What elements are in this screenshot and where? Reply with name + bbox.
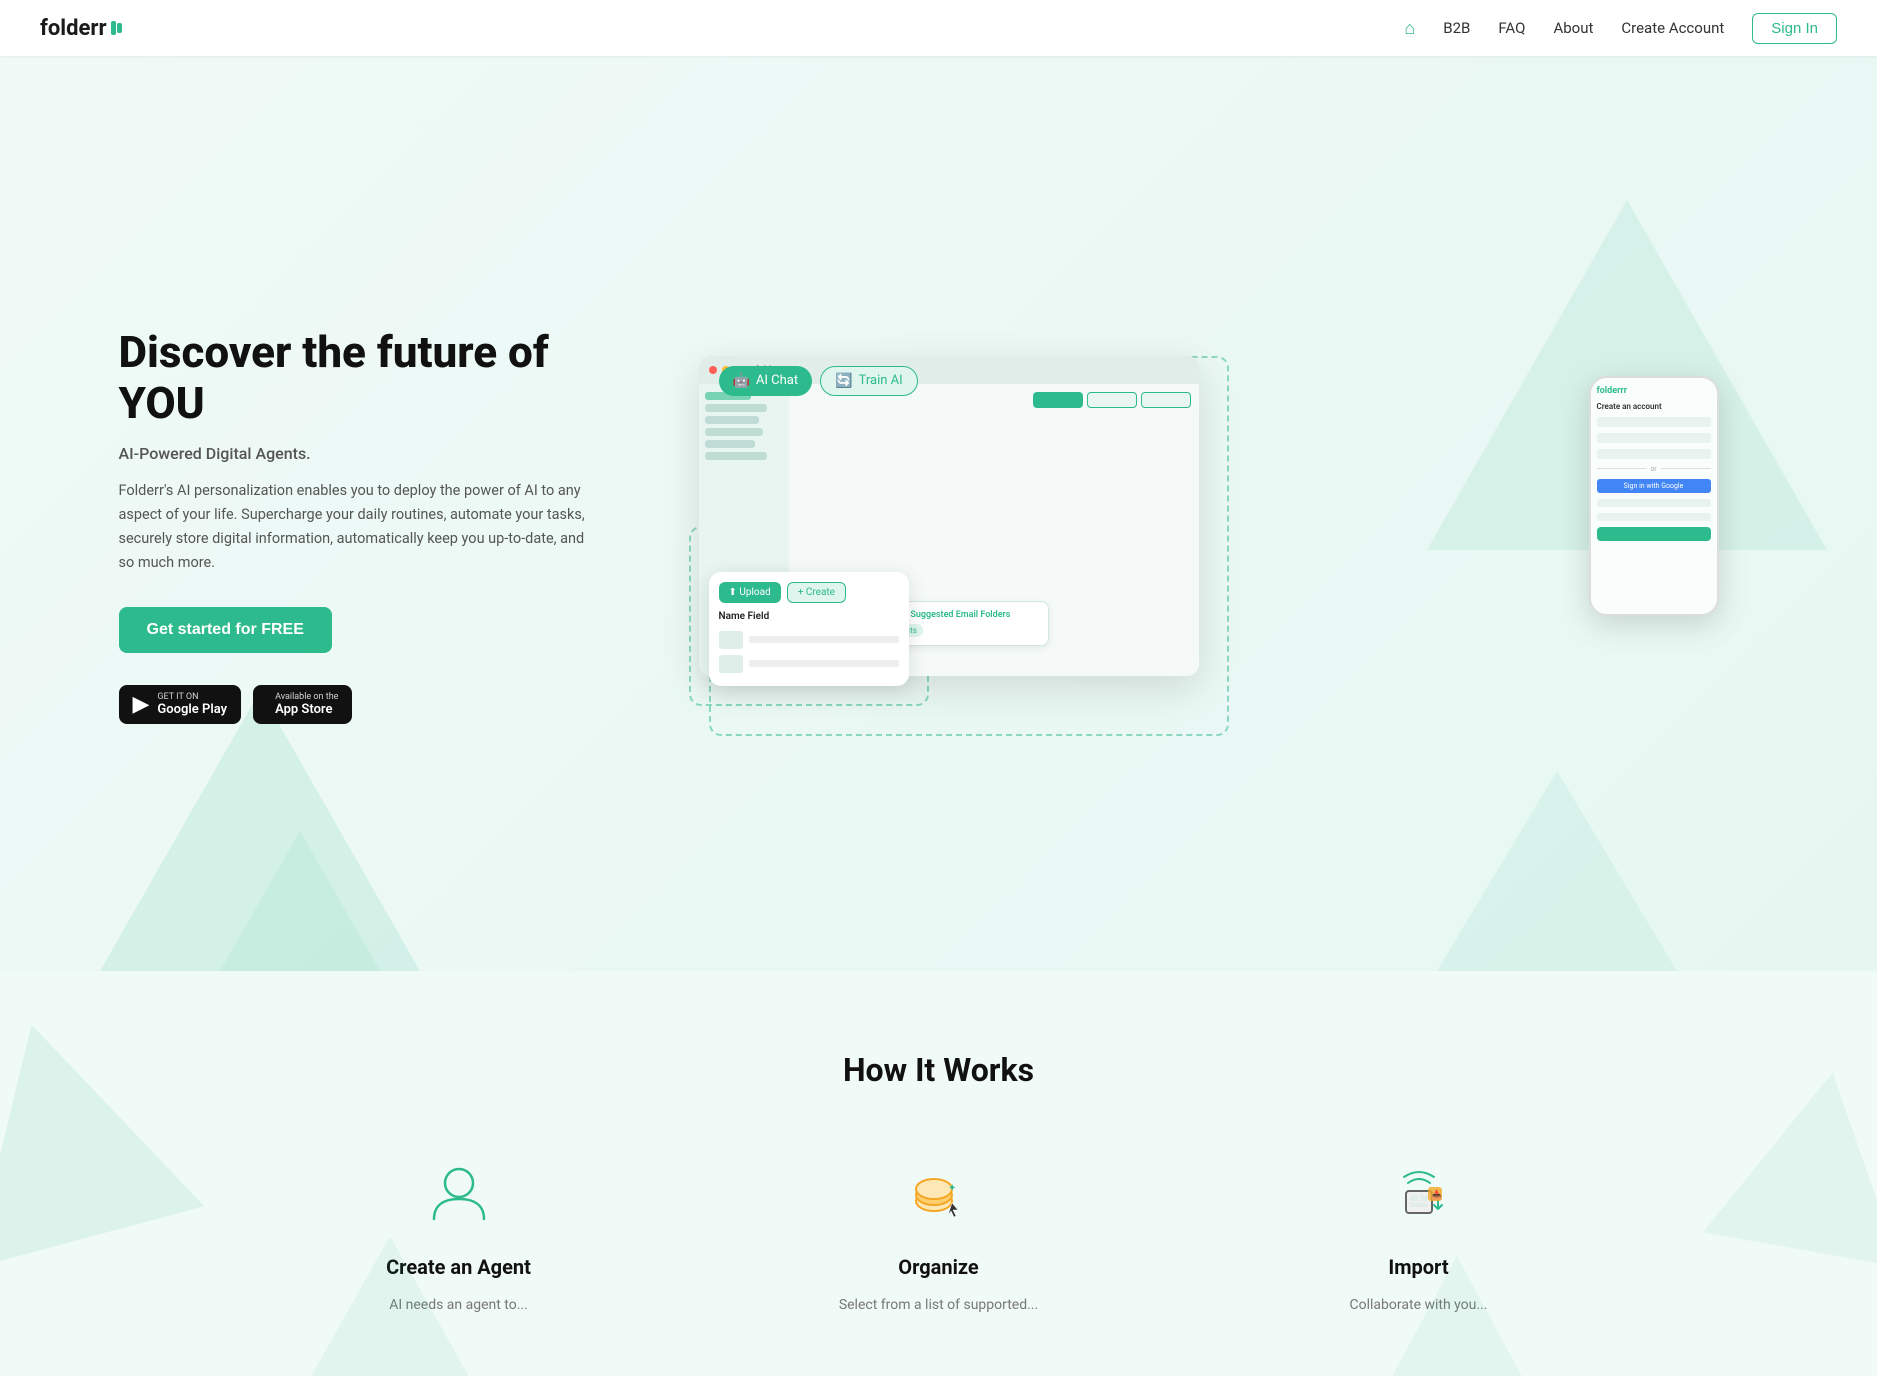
organize-title: Organize (898, 1255, 978, 1279)
hero-left: Discover the future of YOU AI-Powered Di… (119, 327, 599, 724)
hero-visual: 🤖 AI Chat 🔄 Train AI (659, 306, 1759, 746)
phone-field-4 (1597, 499, 1711, 507)
fcard-item-2 (719, 652, 899, 676)
sidebar-mock-6 (705, 452, 767, 460)
nav-b2b[interactable]: B2B (1443, 19, 1470, 37)
phone-field-2 (1597, 433, 1711, 443)
train-ai-label: Train AI (859, 373, 903, 388)
app-store-text: Available on the App Store (275, 692, 338, 717)
phone-field-3 (1597, 449, 1711, 459)
ai-chat-tab[interactable]: 🤖 AI Chat (719, 366, 813, 396)
decor-tri-2 (220, 831, 380, 971)
phone-social-row: or (1597, 465, 1711, 473)
ai-chat-icon: 🤖 (733, 373, 750, 389)
hero-section: Discover the future of YOU AI-Powered Di… (0, 0, 1877, 971)
import-icon-wrap: 📥 (1374, 1149, 1464, 1239)
train-ai-tab[interactable]: 🔄 Train AI (820, 366, 918, 396)
win-close-dot (709, 366, 717, 374)
fcard-line-1 (749, 636, 899, 643)
ai-chat-label: AI Chat (756, 373, 798, 388)
how-card-organize: ✦ Organize Select from a list of support… (719, 1149, 1159, 1316)
sidebar-mock-3 (705, 416, 760, 424)
sidebar-mock-2 (705, 404, 767, 412)
fcard-thumb-1 (719, 631, 743, 649)
hero-content: Discover the future of YOU AI-Powered Di… (39, 306, 1839, 746)
svg-text:✦: ✦ (948, 1183, 956, 1194)
organize-desc: Select from a list of supported... (839, 1295, 1038, 1316)
store-badges: ▶ GET IT ON Google Play Available on the… (119, 685, 599, 724)
upload-btn[interactable]: ⬆ Upload (719, 582, 781, 603)
app-store-badge[interactable]: Available on the App Store (253, 685, 352, 724)
sidebar-mock-4 (705, 428, 764, 436)
app-store-small: Available on the (275, 692, 338, 702)
google-play-badge[interactable]: ▶ GET IT ON Google Play (119, 685, 242, 724)
phone-field-1 (1597, 417, 1711, 427)
fcard-thumb-2 (719, 655, 743, 673)
phone-screen: folderrr Create an account or Sign in wi… (1591, 378, 1717, 614)
hero-subtitle: AI-Powered Digital Agents. (119, 444, 599, 463)
phone-google-btn: Sign in with Google (1597, 479, 1711, 493)
how-tri-1 (0, 994, 204, 1269)
svg-text:📥: 📥 (1431, 1189, 1442, 1201)
phone-mockup: folderrr Create an account or Sign in wi… (1589, 376, 1719, 616)
action-btn-2 (1087, 392, 1137, 408)
how-section: How It Works Create an Agent AI needs an… (0, 971, 1877, 1376)
create-agent-icon-wrap (414, 1149, 504, 1239)
google-play-text: GET IT ON Google Play (157, 692, 227, 717)
app-store-name: App Store (275, 702, 338, 717)
sidebar-mock-5 (705, 440, 756, 448)
hero-tabs: 🤖 AI Chat 🔄 Train AI (719, 366, 918, 396)
logo-text: folderr (40, 16, 107, 41)
nav-links: ⌂ B2B FAQ About Create Account Sign In (1404, 13, 1837, 44)
hero-title: Discover the future of YOU (119, 327, 599, 428)
google-play-icon: ▶ (133, 692, 150, 717)
logo-icon (111, 21, 122, 35)
phone-heading: Create an account (1597, 402, 1711, 411)
get-started-button[interactable]: Get started for FREE (119, 607, 332, 653)
google-play-small: GET IT ON (157, 692, 227, 702)
navbar: folderr ⌂ B2B FAQ About Create Account S… (0, 0, 1877, 56)
phone-logo: folderrr (1597, 386, 1711, 396)
floating-upload-card: ⬆ Upload + Create Name Field (709, 572, 909, 686)
import-icon: 📥 (1384, 1159, 1454, 1229)
brand-logo[interactable]: folderr (40, 16, 122, 41)
decor-tri-4 (1437, 771, 1677, 971)
fcard-item-1 (719, 628, 899, 652)
hero-description: Folderr's AI personalization enables you… (119, 479, 599, 575)
phone-field-5 (1597, 513, 1711, 521)
organize-icon: ✦ (904, 1159, 974, 1229)
action-btn-3 (1141, 392, 1191, 408)
nav-create-account[interactable]: Create Account (1621, 19, 1724, 37)
how-tri-2 (1703, 1055, 1877, 1267)
action-btn-1 (1033, 392, 1083, 408)
phone-submit-btn (1597, 527, 1711, 541)
nav-about[interactable]: About (1553, 19, 1593, 37)
floating-card-header: ⬆ Upload + Create (719, 582, 899, 603)
google-play-name: Google Play (157, 702, 227, 717)
nav-faq[interactable]: FAQ (1498, 19, 1525, 37)
create-agent-icon (424, 1159, 494, 1229)
home-icon[interactable]: ⌂ (1404, 18, 1415, 39)
organize-icon-wrap: ✦ (894, 1149, 984, 1239)
hero-visual-wrap: 🤖 AI Chat 🔄 Train AI (659, 356, 1759, 676)
how-tri-3 (300, 1236, 480, 1376)
name-field-label: Name Field (719, 611, 899, 622)
signin-button[interactable]: Sign In (1752, 13, 1837, 44)
how-tri-4 (1387, 1256, 1527, 1376)
create-btn[interactable]: + Create (787, 582, 846, 603)
fcard-line-2 (749, 660, 899, 667)
train-ai-icon: 🔄 (835, 373, 852, 389)
how-title: How It Works (40, 1051, 1837, 1089)
